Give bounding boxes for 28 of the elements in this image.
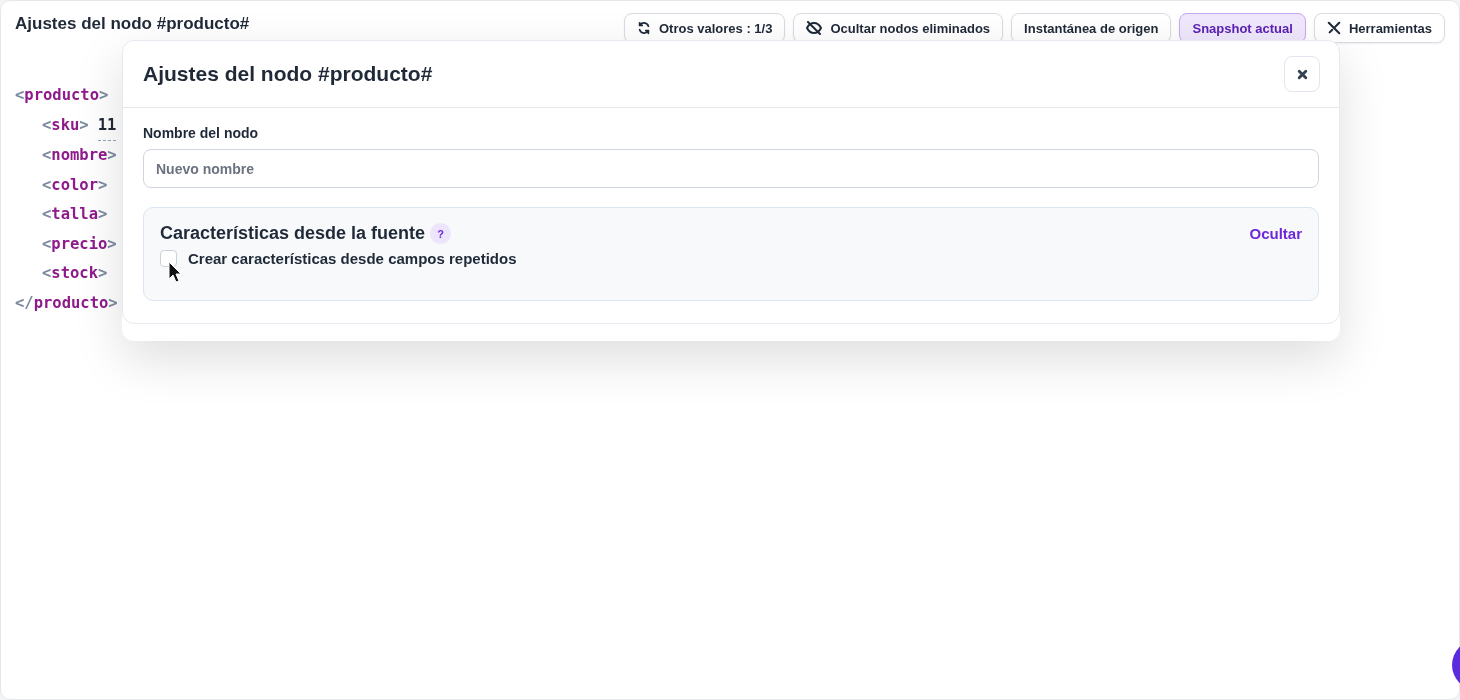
- xml-tag: <precio>: [42, 229, 117, 259]
- toolbar-button[interactable]: Ocultar nodos eliminados: [793, 13, 1004, 43]
- help-badge[interactable]: ?: [430, 223, 452, 244]
- xml-tag: <color>: [42, 170, 108, 200]
- xml-tag: <sku>: [42, 110, 89, 141]
- checkbox[interactable]: [160, 250, 177, 267]
- xml-tag: </producto>: [15, 288, 118, 318]
- toolbar-button[interactable]: Snapshot actual: [1179, 13, 1306, 43]
- xml-value: 11: [97, 110, 117, 141]
- xml-tag: <producto>: [15, 81, 109, 111]
- xml-tag: <talla>: [42, 200, 108, 230]
- toolbar-button[interactable]: Otros valores : 1/3: [624, 13, 786, 43]
- dialog-title: Ajustes del nodo #producto#: [143, 62, 433, 86]
- field-label: Nombre del nodo: [143, 125, 260, 141]
- cursor-icon: [168, 261, 182, 283]
- toolbar-button[interactable]: Herramientas: [1313, 13, 1445, 43]
- checkbox-label: Crear características desde campos repetidos: [188, 250, 517, 267]
- close-button[interactable]: [1284, 56, 1320, 92]
- refresh-icon: [637, 21, 651, 35]
- hide-link[interactable]: Ocultar: [1249, 225, 1302, 242]
- section-title: Características desde la fuente: [160, 223, 426, 244]
- node-name-field[interactable]: Nuevo nombre: [143, 149, 1319, 188]
- page-title: Ajustes del nodo #producto#: [15, 14, 250, 34]
- xml-tag: <stock>: [42, 259, 108, 289]
- close-icon: [1296, 68, 1308, 80]
- eye-slash-icon: [806, 21, 823, 35]
- toolbar-button[interactable]: Instantánea de origen: [1011, 13, 1172, 43]
- xml-tag: <nombre>: [42, 141, 117, 171]
